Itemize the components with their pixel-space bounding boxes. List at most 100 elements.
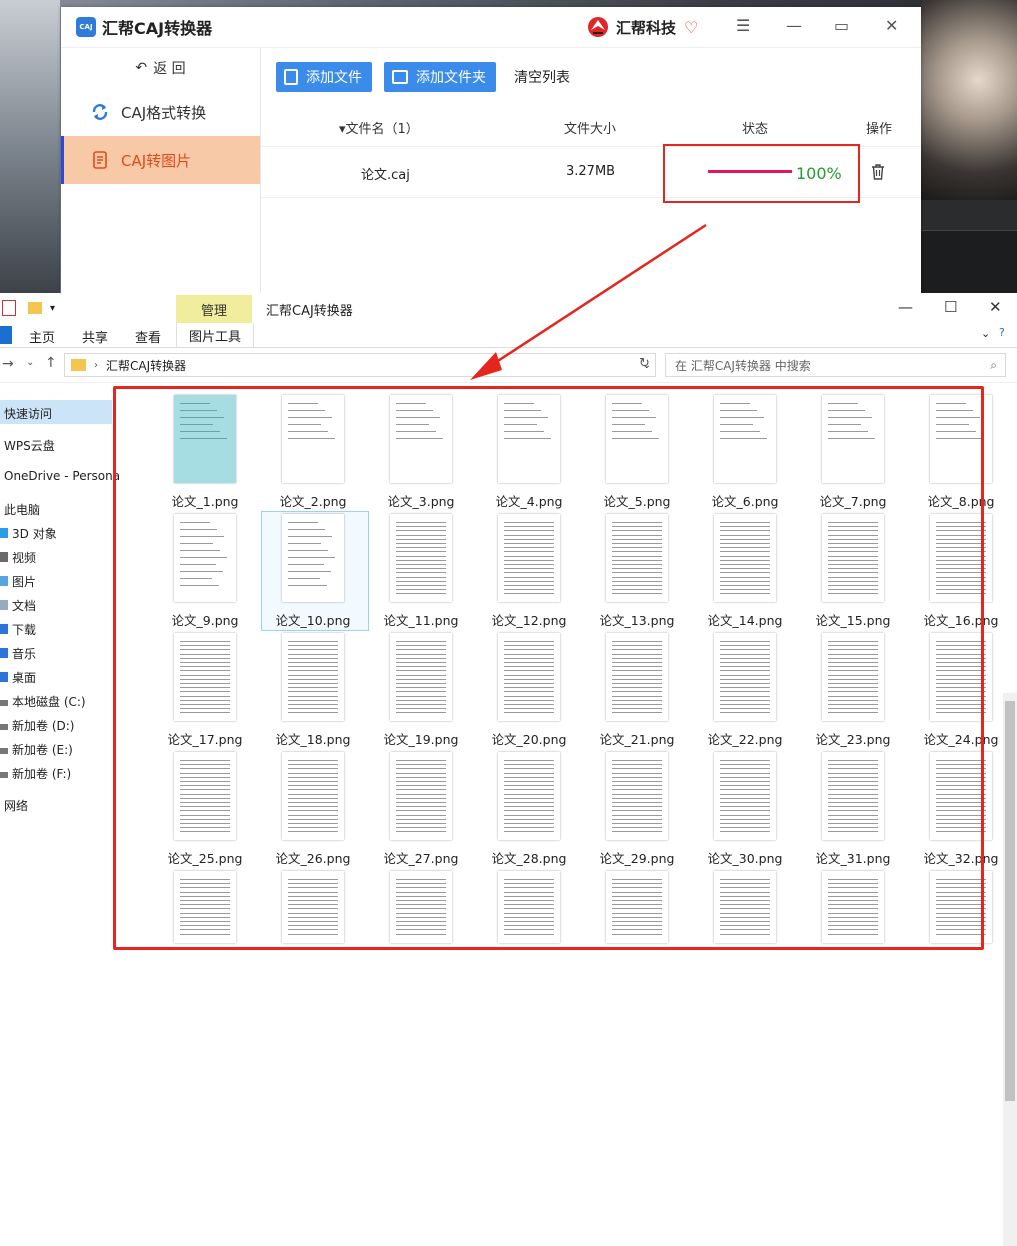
document-icon <box>91 151 109 169</box>
back-button[interactable]: ↶ 返 回 <box>61 48 260 88</box>
nav-desktop[interactable]: 桌面 <box>0 669 36 686</box>
video-icon <box>0 552 8 562</box>
properties-icon[interactable] <box>2 300 16 316</box>
clear-list-button[interactable]: 清空列表 <box>514 67 570 87</box>
help-icon[interactable]: ? <box>999 326 1005 339</box>
nav-documents[interactable]: 文档 <box>0 597 36 614</box>
up-icon[interactable]: ↑ <box>45 355 57 371</box>
nav-drive-e-label: 新加卷 (E:) <box>12 743 73 757</box>
sidebar-item-label: CAJ转图片 <box>121 151 192 170</box>
nav-drive-c[interactable]: 本地磁盘 (C:) <box>0 693 86 710</box>
search-box[interactable]: 在 汇帮CAJ转换器 中搜索 ⌕ <box>665 353 1006 377</box>
nav-3d-objects[interactable]: 3D 对象 <box>0 525 57 542</box>
nav-3d-objects-label: 3D 对象 <box>12 527 57 541</box>
nav-drive-f-label: 新加卷 (F:) <box>12 767 72 781</box>
ribbon-tabs: 主页 共享 查看 图片工具 ⌄ ? <box>0 323 1017 348</box>
explorer-title: 汇帮CAJ转换器 <box>266 304 353 319</box>
recent-locations-icon[interactable]: ⌄ <box>26 357 34 368</box>
add-folder-label: 添加文件夹 <box>416 70 486 86</box>
sidebar-item-caj-format[interactable]: CAJ格式转换 <box>61 88 260 136</box>
picture-icon <box>0 576 8 586</box>
nav-downloads[interactable]: 下载 <box>0 621 36 638</box>
navigation-pane: 快速访问 WPS云盘 OneDrive - Persona 此电脑 3D 对象 … <box>0 393 120 953</box>
nav-quick-access[interactable]: 快速访问 <box>4 405 52 422</box>
address-bar-row: → ⌄ ↑ › 汇帮CAJ转换器 ⌄ ↻ 在 汇帮CAJ转换器 中搜索 ⌕ <box>0 348 1017 383</box>
dropdown-icon[interactable]: ▾ <box>50 303 55 314</box>
document-icon <box>0 600 8 610</box>
nav-pictures-label: 图片 <box>12 575 37 589</box>
tab-picture-tools-label: 图片工具 <box>188 329 241 345</box>
desktop-icon <box>0 672 8 682</box>
app-main: 添加文件 添加文件夹 清空列表 ▾文件名（1） 文件大小 状态 操作 论文.ca… <box>261 48 921 293</box>
caj-converter-window: CAJ 汇帮CAJ转换器 汇帮科技 ♡ ☰ — ▭ ✕ ↶ 返 回 CAJ格式转… <box>61 7 921 293</box>
sort-name-column[interactable]: ▾文件名（1） <box>339 118 419 137</box>
file-tab[interactable] <box>0 326 12 344</box>
tab-home[interactable]: 主页 <box>29 327 55 346</box>
close-icon[interactable]: ✕ <box>885 16 898 35</box>
nav-music-label: 音乐 <box>12 647 37 661</box>
vip-heart-icon[interactable]: ♡ <box>684 18 698 37</box>
nav-network[interactable]: 网络 <box>4 797 28 814</box>
quick-access-toolbar: ▾ <box>2 300 55 316</box>
folder-icon[interactable] <box>28 302 42 314</box>
nav-videos-label: 视频 <box>12 551 37 565</box>
add-file-label: 添加文件 <box>306 70 362 86</box>
nav-pictures[interactable]: 图片 <box>0 573 36 590</box>
brand-area[interactable]: 汇帮科技 ♡ <box>586 15 698 39</box>
menu-icon[interactable]: ☰ <box>736 16 750 35</box>
forward-icon[interactable]: → <box>2 356 14 372</box>
nav-onedrive[interactable]: OneDrive - Persona <box>4 469 120 483</box>
nav-music[interactable]: 音乐 <box>0 645 36 662</box>
ribbon-expand-icon[interactable]: ⌄ <box>981 327 990 340</box>
drive-icon <box>0 700 8 706</box>
table-header: ▾文件名（1） 文件大小 状态 操作 <box>261 106 921 146</box>
app-logo-icon: CAJ <box>76 17 96 37</box>
folder-icon <box>71 359 86 371</box>
back-label: 返 回 <box>153 61 186 77</box>
back-arrow-icon: ↶ <box>135 60 148 76</box>
drive-icon <box>0 748 8 754</box>
scrollbar-thumb[interactable] <box>1005 701 1015 1101</box>
maximize-icon[interactable]: ☐ <box>944 298 957 316</box>
nav-videos[interactable]: 视频 <box>0 549 36 566</box>
manage-tab[interactable]: 管理 <box>176 295 252 323</box>
desktop-wallpaper-right <box>921 0 1017 200</box>
maximize-icon[interactable]: ▭ <box>834 16 849 35</box>
sidebar-item-caj-to-image[interactable]: CAJ转图片 <box>61 136 260 184</box>
add-folder-button[interactable]: 添加文件夹 <box>384 62 496 92</box>
background-window-bar <box>921 200 1017 231</box>
tab-picture-tools[interactable]: 图片工具 <box>176 323 254 347</box>
nav-downloads-label: 下载 <box>12 623 37 637</box>
address-bar[interactable]: › 汇帮CAJ转换器 ⌄ <box>64 353 656 377</box>
refresh-icon[interactable]: ↻ <box>639 356 650 371</box>
tab-share[interactable]: 共享 <box>82 327 108 346</box>
nav-desktop-label: 桌面 <box>12 671 37 685</box>
minimize-icon[interactable]: — <box>898 298 913 316</box>
file-size: 3.27MB <box>566 164 616 179</box>
nav-this-pc[interactable]: 此电脑 <box>4 501 40 518</box>
sidebar-item-label: CAJ格式转换 <box>121 103 207 122</box>
close-icon[interactable]: ✕ <box>989 298 1002 316</box>
cube-icon <box>0 528 8 538</box>
search-placeholder: 在 汇帮CAJ转换器 中搜索 <box>675 358 811 373</box>
app-titlebar: CAJ 汇帮CAJ转换器 汇帮科技 ♡ ☰ — ▭ ✕ <box>61 7 921 48</box>
add-file-icon <box>284 69 298 85</box>
delete-icon[interactable] <box>871 164 885 184</box>
app-title: 汇帮CAJ转换器 <box>102 19 213 38</box>
search-icon: ⌕ <box>990 357 997 372</box>
add-file-button[interactable]: 添加文件 <box>276 62 372 92</box>
tab-view[interactable]: 查看 <box>135 327 161 346</box>
add-folder-icon <box>392 70 408 84</box>
chevron-right-icon: › <box>94 359 98 371</box>
minimize-icon[interactable]: — <box>786 16 802 35</box>
vertical-scrollbar[interactable] <box>1003 693 1017 1246</box>
nav-drive-d-label: 新加卷 (D:) <box>12 719 75 733</box>
brand-logo-icon <box>588 17 608 37</box>
brand-name: 汇帮科技 <box>616 18 677 37</box>
nav-drive-e[interactable]: 新加卷 (E:) <box>0 741 73 758</box>
nav-drive-f[interactable]: 新加卷 (F:) <box>0 765 71 782</box>
toolbar: 添加文件 添加文件夹 清空列表 <box>261 48 921 106</box>
nav-wps-cloud[interactable]: WPS云盘 <box>4 437 55 454</box>
nav-drive-d[interactable]: 新加卷 (D:) <box>0 717 74 734</box>
file-name: 论文.caj <box>361 168 410 183</box>
